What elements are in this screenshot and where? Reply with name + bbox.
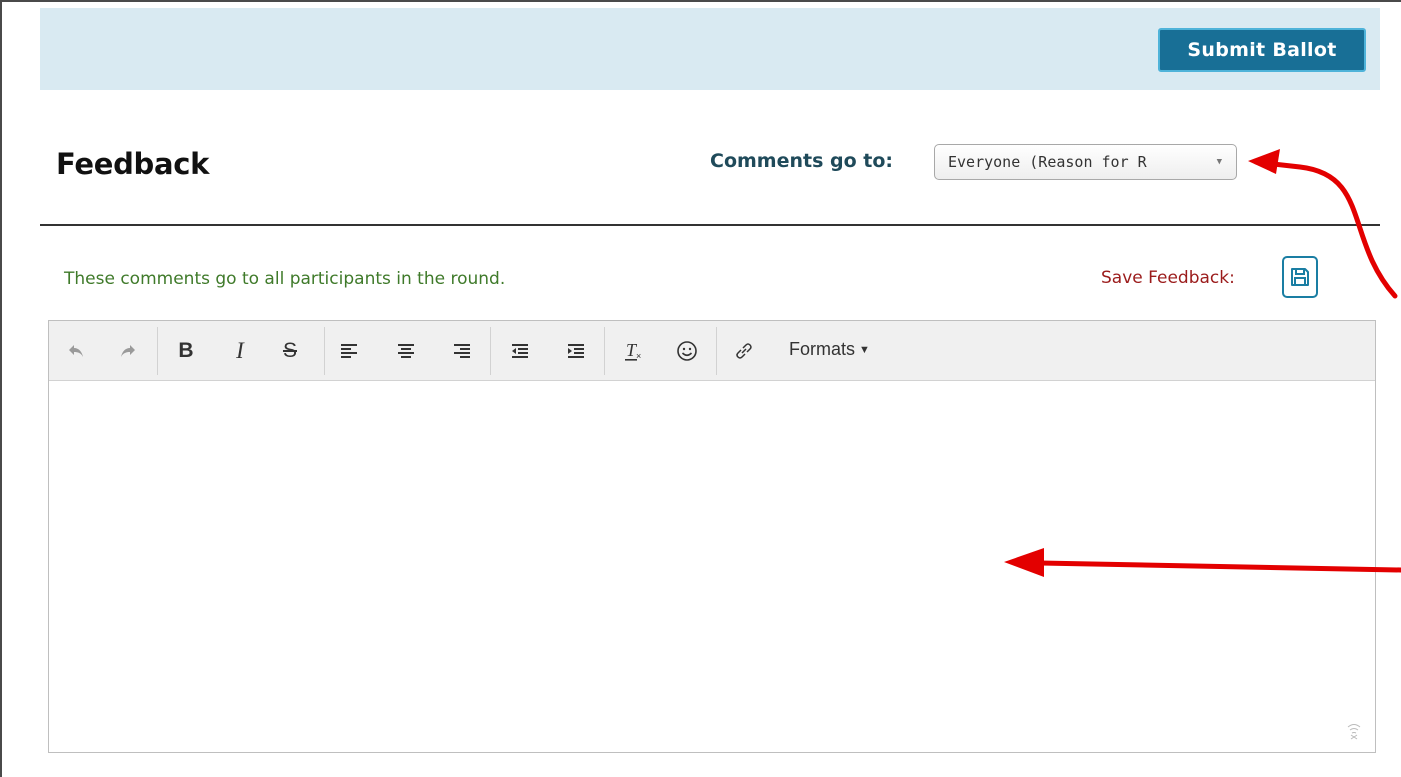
submit-ballot-button[interactable]: Submit Ballot bbox=[1158, 28, 1366, 72]
formats-label: Formats bbox=[789, 339, 856, 359]
bold-icon[interactable]: B bbox=[171, 335, 201, 367]
clear-formatting-icon[interactable]: T × bbox=[619, 335, 649, 367]
italic-icon[interactable]: I bbox=[225, 335, 255, 367]
save-icon bbox=[1291, 268, 1309, 286]
emoticons-icon[interactable] bbox=[672, 335, 702, 367]
recipient-select[interactable]: Everyone (Reason for R ▼ bbox=[934, 144, 1237, 180]
page-title: Feedback bbox=[56, 147, 210, 181]
indent-icon[interactable] bbox=[561, 335, 591, 367]
editor-content-area[interactable] bbox=[49, 382, 1375, 752]
align-right-icon[interactable] bbox=[447, 335, 477, 367]
resize-handle-icon[interactable] bbox=[1347, 722, 1361, 744]
rich-text-editor: B I S T × Formats ▼ bbox=[48, 320, 1376, 753]
section-divider bbox=[40, 224, 1380, 226]
link-icon[interactable] bbox=[729, 335, 759, 367]
align-left-icon[interactable] bbox=[334, 335, 364, 367]
align-center-icon[interactable] bbox=[391, 335, 421, 367]
comments-go-to-label: Comments go to: bbox=[710, 150, 894, 172]
svg-text:×: × bbox=[636, 351, 641, 361]
caret-down-icon: ▼ bbox=[859, 343, 870, 356]
strikethrough-icon[interactable]: S bbox=[275, 335, 305, 367]
redo-icon[interactable] bbox=[113, 335, 143, 367]
undo-icon[interactable] bbox=[61, 335, 91, 367]
chevron-down-icon: ▼ bbox=[1216, 157, 1222, 167]
outdent-icon[interactable] bbox=[505, 335, 535, 367]
formats-dropdown[interactable]: Formats ▼ bbox=[789, 339, 870, 360]
save-feedback-label: Save Feedback: bbox=[1101, 268, 1235, 288]
editor-toolbar: B I S T × Formats ▼ bbox=[49, 321, 1375, 381]
recipient-select-value: Everyone (Reason for R bbox=[948, 153, 1147, 171]
comments-note: These comments go to all participants in… bbox=[64, 269, 506, 289]
save-feedback-button[interactable] bbox=[1282, 256, 1318, 298]
